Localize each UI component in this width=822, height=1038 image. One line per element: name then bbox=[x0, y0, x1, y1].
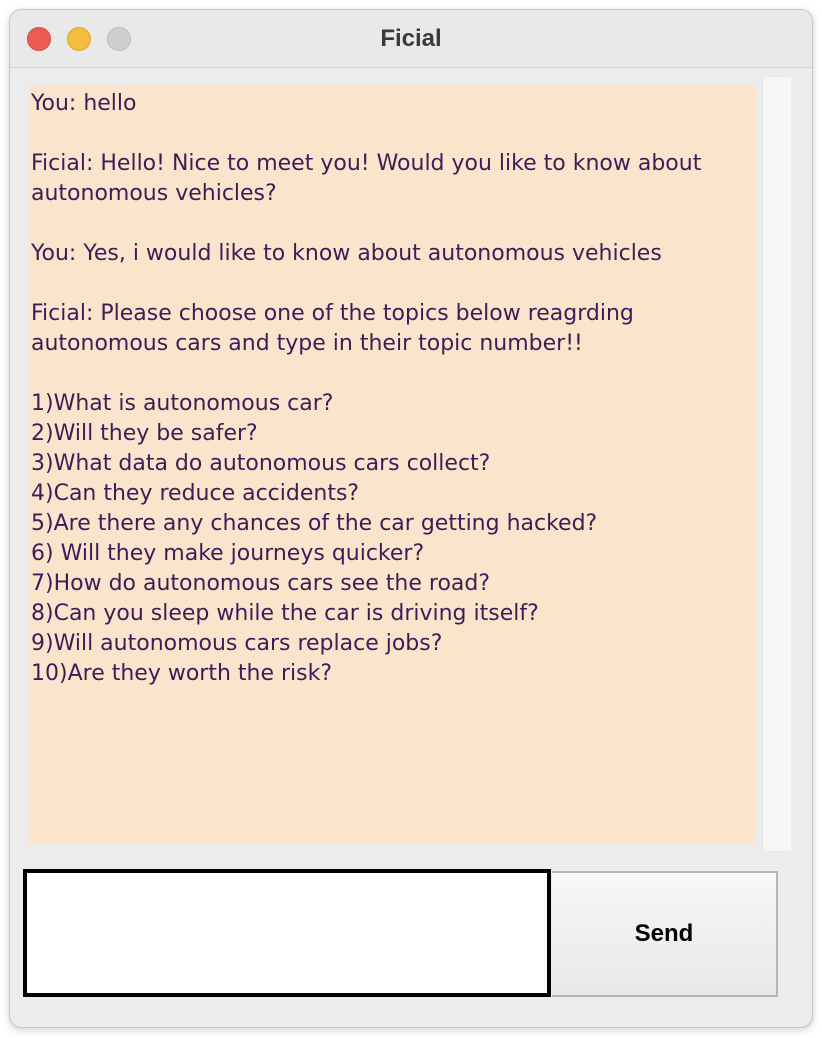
chat-log: You: hello Ficial: Hello! Nice to meet y… bbox=[29, 85, 756, 843]
chat-transcript: You: hello Ficial: Hello! Nice to meet y… bbox=[31, 91, 702, 686]
chat-scrollbar[interactable] bbox=[762, 77, 791, 851]
zoom-window-icon[interactable] bbox=[107, 27, 131, 51]
send-button[interactable]: Send bbox=[552, 871, 778, 997]
app-window: Ficial You: hello Ficial: Hello! Nice to… bbox=[9, 9, 813, 1028]
title-bar: Ficial bbox=[10, 10, 812, 68]
close-window-icon[interactable] bbox=[27, 27, 51, 51]
message-input[interactable] bbox=[23, 869, 551, 997]
minimize-window-icon[interactable] bbox=[67, 27, 91, 51]
